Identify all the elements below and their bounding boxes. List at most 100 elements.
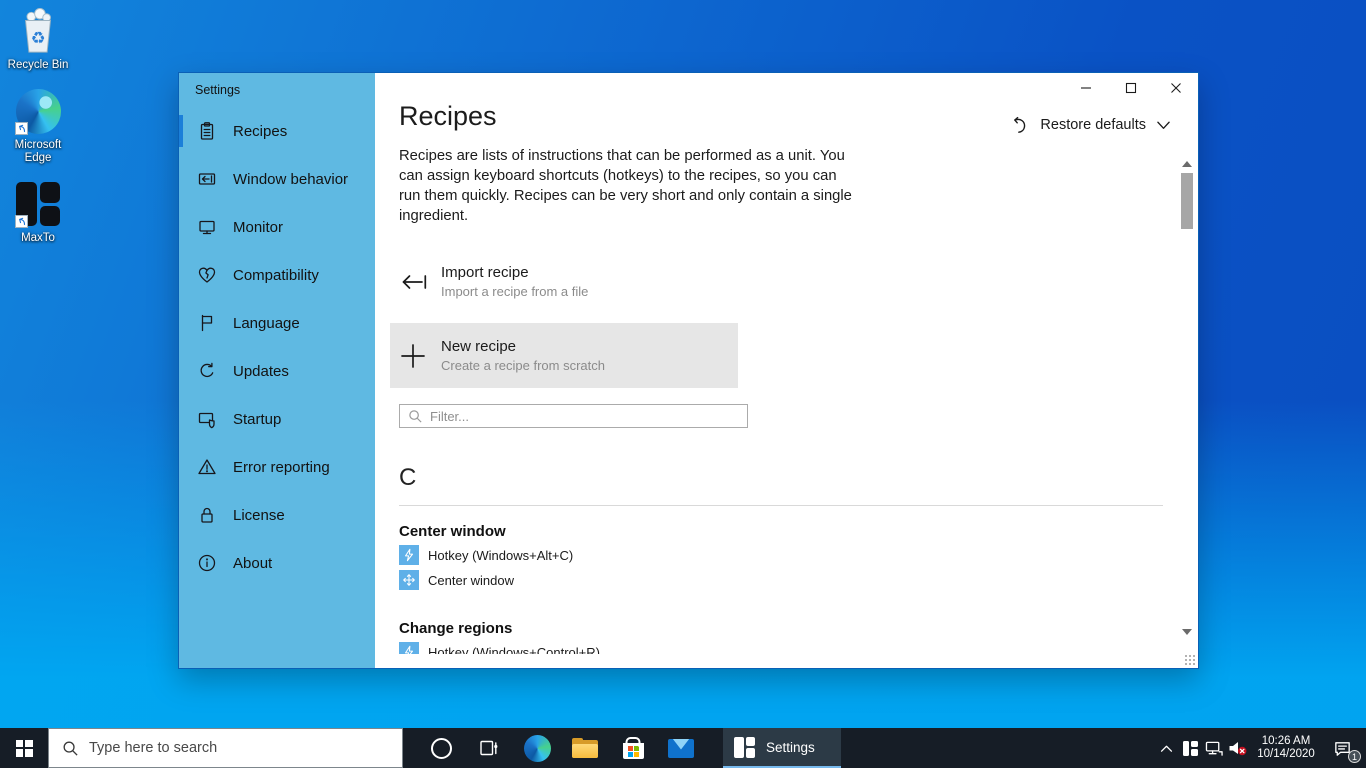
chevron-down-icon[interactable] bbox=[1157, 121, 1170, 130]
sidebar-item-startup[interactable]: Startup bbox=[179, 395, 375, 443]
hotkey-lightning-icon bbox=[399, 545, 419, 565]
svg-text:♻: ♻ bbox=[31, 29, 46, 47]
restore-defaults-label: Restore defaults bbox=[1040, 117, 1146, 133]
scroll-thumb[interactable] bbox=[1181, 173, 1193, 229]
sidebar-item-error-reporting[interactable]: Error reporting bbox=[179, 443, 375, 491]
new-recipe-button[interactable]: New recipe Create a recipe from scratch bbox=[390, 323, 738, 388]
sidebar-title: Settings bbox=[195, 83, 241, 97]
tray-maxto-button[interactable] bbox=[1178, 728, 1202, 768]
filter-field bbox=[399, 404, 748, 428]
system-tray: 10:26 AM 10/14/2020 1 bbox=[1154, 728, 1366, 768]
sidebar-item-label: About bbox=[233, 554, 273, 572]
startup-shield-icon bbox=[197, 409, 217, 429]
desktop-icon-label: MaxTo bbox=[21, 232, 55, 244]
sidebar-item-label: Recipes bbox=[233, 122, 288, 140]
broken-heart-icon bbox=[197, 265, 217, 285]
sidebar-item-updates[interactable]: Updates bbox=[179, 347, 375, 395]
undo-icon bbox=[1014, 116, 1026, 133]
flag-icon bbox=[197, 313, 217, 333]
desktop-icon-label: Recycle Bin bbox=[7, 59, 69, 71]
start-button[interactable] bbox=[0, 728, 48, 768]
taskbar: Settings 10:26 AM 10/14/2020 1 bbox=[0, 728, 1366, 768]
recipe-row-label: Center window bbox=[428, 572, 514, 588]
taskbar-file-explorer-button[interactable] bbox=[561, 728, 609, 768]
taskbar-edge-button[interactable] bbox=[513, 728, 561, 768]
search-icon bbox=[63, 741, 78, 756]
desktop-icon-microsoft-edge[interactable]: Microsoft Edge bbox=[1, 86, 75, 165]
settings-content: Restore defaults Recipes Recipes are lis… bbox=[375, 73, 1198, 668]
scroll-down-arrow[interactable] bbox=[1179, 625, 1195, 639]
sidebar-item-label: Window behavior bbox=[233, 170, 349, 188]
cortana-icon bbox=[430, 737, 452, 759]
scroll-up-arrow[interactable] bbox=[1179, 157, 1195, 171]
chevron-up-icon bbox=[1160, 745, 1172, 752]
sidebar-item-language[interactable]: Language bbox=[179, 299, 375, 347]
refresh-icon bbox=[197, 361, 217, 381]
desktop-icon-label: Microsoft Edge bbox=[14, 139, 62, 164]
clock-time: 10:26 AM bbox=[1261, 735, 1311, 747]
shortcut-arrow-icon bbox=[15, 215, 28, 228]
sidebar-item-compatibility[interactable]: Compatibility bbox=[179, 251, 375, 299]
filter-input[interactable] bbox=[430, 408, 739, 424]
restore-defaults-button[interactable]: Restore defaults bbox=[1009, 115, 1170, 135]
sidebar-nav: Recipes Window behavior Monitor Compatib… bbox=[179, 107, 375, 587]
ethernet-network-icon bbox=[1205, 741, 1223, 756]
taskbar-clock[interactable]: 10:26 AM 10/14/2020 bbox=[1250, 735, 1322, 761]
close-button[interactable] bbox=[1153, 73, 1198, 103]
sidebar-item-monitor[interactable]: Monitor bbox=[179, 203, 375, 251]
maxto-icon bbox=[14, 179, 62, 229]
scrollbar[interactable] bbox=[1179, 157, 1195, 639]
recipe-row-hotkey[interactable]: Hotkey (Windows+Alt+C) bbox=[399, 545, 1198, 565]
taskbar-search-box bbox=[48, 728, 403, 768]
taskbar-mail-button[interactable] bbox=[657, 728, 705, 768]
sidebar-item-label: Language bbox=[233, 314, 300, 332]
taskbar-active-app-settings[interactable]: Settings bbox=[723, 728, 841, 768]
clock-date: 10/14/2020 bbox=[1257, 748, 1315, 760]
desktop-icon-list: ♻ Recycle Bin Microsoft Edge MaxTo bbox=[1, 6, 75, 245]
task-view-button[interactable] bbox=[465, 728, 513, 768]
maxto-settings-window: Settings Recipes Window behavior Monitor bbox=[178, 72, 1199, 669]
maximize-button[interactable] bbox=[1108, 73, 1153, 103]
recipe-group-title: Center window bbox=[399, 523, 506, 540]
taskbar-search-input[interactable] bbox=[89, 740, 402, 756]
taskbar-store-button[interactable] bbox=[609, 728, 657, 768]
cortana-button[interactable] bbox=[417, 728, 465, 768]
sidebar-item-window-behavior[interactable]: Window behavior bbox=[179, 155, 375, 203]
resize-grip[interactable] bbox=[1183, 653, 1196, 666]
edge-icon bbox=[14, 86, 62, 136]
sidebar-item-label: Monitor bbox=[233, 218, 284, 236]
sidebar-item-recipes[interactable]: Recipes bbox=[179, 107, 375, 155]
recipe-row-label: Hotkey (Windows+Alt+C) bbox=[428, 547, 574, 563]
import-recipe-button[interactable]: Import recipe Import a recipe from a fil… bbox=[390, 258, 738, 305]
search-icon bbox=[409, 409, 422, 423]
file-explorer-icon bbox=[572, 738, 598, 758]
tray-show-hidden-icons-button[interactable] bbox=[1154, 728, 1178, 768]
action-subtitle: Create a recipe from scratch bbox=[441, 358, 606, 373]
recipe-group-title: Change regions bbox=[399, 620, 513, 637]
info-icon bbox=[197, 553, 217, 573]
clipboard-icon bbox=[197, 121, 217, 141]
microsoft-store-icon bbox=[622, 743, 644, 759]
desktop-icon-maxto[interactable]: MaxTo bbox=[1, 179, 75, 245]
sidebar-item-license[interactable]: License bbox=[179, 491, 375, 539]
shortcut-arrow-icon bbox=[15, 122, 28, 135]
sidebar-item-label: Updates bbox=[233, 362, 289, 380]
recycle-bin-icon: ♻ bbox=[14, 6, 62, 56]
section-divider bbox=[399, 505, 1163, 506]
page-description: Recipes are lists of instructions that c… bbox=[399, 148, 852, 224]
monitor-icon bbox=[197, 217, 217, 237]
recipe-row-action[interactable]: Center window bbox=[399, 570, 1198, 590]
sidebar-item-about[interactable]: About bbox=[179, 539, 375, 587]
minimize-button[interactable] bbox=[1063, 73, 1108, 103]
window-controls bbox=[1063, 73, 1198, 103]
action-title: New recipe bbox=[441, 338, 517, 355]
action-center-button[interactable]: 1 bbox=[1322, 728, 1362, 768]
lock-icon bbox=[197, 505, 217, 525]
tray-volume-button[interactable] bbox=[1226, 728, 1250, 768]
desktop-icon-recycle-bin[interactable]: ♻ Recycle Bin bbox=[1, 6, 75, 72]
sidebar-item-label: Error reporting bbox=[233, 458, 330, 476]
sidebar-item-label: Compatibility bbox=[233, 266, 319, 284]
tray-network-button[interactable] bbox=[1202, 728, 1226, 768]
maxto-icon bbox=[734, 736, 755, 758]
notification-badge: 1 bbox=[1348, 750, 1361, 763]
